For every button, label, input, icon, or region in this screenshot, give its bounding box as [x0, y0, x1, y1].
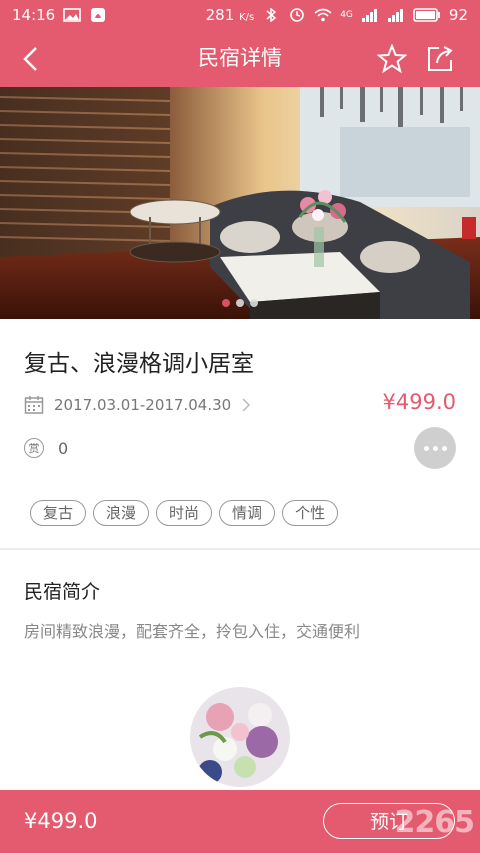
bottom-price: ¥499.0 [24, 809, 98, 833]
room-photo [0, 87, 480, 319]
carousel-indicator [0, 299, 480, 307]
host-avatar[interactable] [190, 687, 290, 787]
battery-level: 92 [448, 6, 468, 24]
tag[interactable]: 浪漫 [93, 500, 150, 526]
tag[interactable]: 情调 [219, 500, 276, 526]
more-button[interactable] [414, 427, 456, 469]
title-bar: 民宿详情 [0, 30, 480, 87]
room-photo-carousel[interactable] [0, 87, 480, 319]
carousel-dot[interactable] [236, 299, 244, 307]
favorite-button[interactable] [375, 42, 409, 76]
listing-price: ¥499.0 [382, 390, 456, 414]
more-icon [423, 445, 429, 451]
tag[interactable]: 个性 [282, 500, 339, 526]
wifi-icon [314, 8, 332, 22]
intro-title: 民宿简介 [24, 581, 101, 603]
status-bar: 14:16 281 K/s 4G 92 [0, 0, 480, 30]
signal-icon-2 [387, 9, 403, 22]
signal-4g-label: 4G [340, 10, 353, 20]
tag-list: 复古 浪漫 时尚 情调 个性 [30, 500, 339, 526]
bluetooth-icon [266, 8, 277, 22]
share-button[interactable] [423, 42, 457, 76]
date-range: 2017.03.01-2017.04.30 [54, 396, 232, 414]
status-time: 14:16 [12, 6, 56, 24]
watermark: 2265 [394, 805, 475, 840]
chevron-right-icon [242, 398, 251, 412]
carousel-dot[interactable] [250, 299, 258, 307]
star-icon [377, 44, 407, 74]
calendar-icon [24, 396, 44, 414]
reward-count: 0 [58, 438, 69, 458]
tag[interactable]: 复古 [30, 500, 87, 526]
date-range-row[interactable]: 2017.03.01-2017.04.30 [24, 392, 251, 418]
intro-text: 房间精致浪漫，配套齐全，拎包入住，交通便利 [24, 622, 361, 641]
share-icon [428, 46, 453, 71]
carousel-dot[interactable] [222, 299, 230, 307]
listing-title: 复古、浪漫格调小居室 [24, 351, 254, 377]
signal-icon [361, 9, 377, 22]
alarm-icon [290, 8, 305, 22]
divider [0, 548, 480, 550]
flower-avatar-image [190, 687, 290, 787]
reward-badge: 赏 [24, 438, 44, 458]
app-notification-icon [91, 8, 106, 22]
battery-icon [413, 8, 440, 22]
reward-row: 赏 0 [24, 435, 68, 461]
net-speed: 281 K/s [205, 6, 255, 24]
image-notification-icon [63, 8, 82, 22]
tag[interactable]: 时尚 [156, 500, 213, 526]
